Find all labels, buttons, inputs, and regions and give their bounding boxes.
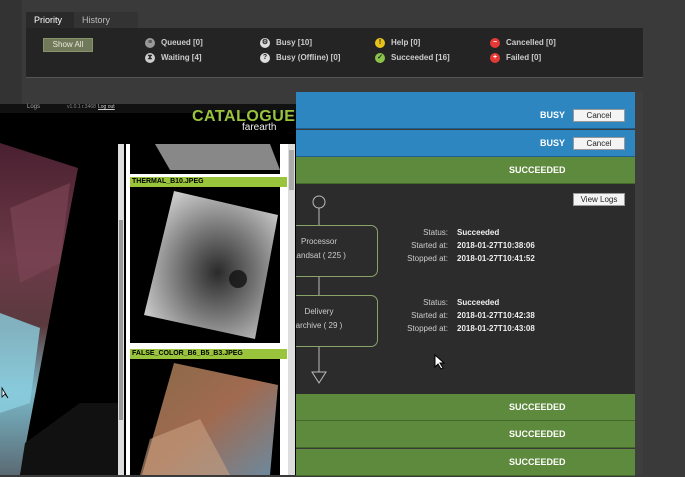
started-label: Started at: [411, 241, 448, 250]
job-status: SUCCEEDED [509, 165, 566, 175]
started-value: 2018-01-27T10:38:06 [457, 241, 535, 250]
cancelled-icon: − [490, 38, 500, 48]
status-label: Status: [423, 298, 448, 307]
cancel-button[interactable]: Cancel [573, 137, 625, 150]
cancel-button[interactable]: Cancel [573, 109, 625, 122]
job-row-succeeded[interactable]: SUCCEEDED [296, 421, 635, 448]
show-all-button[interactable]: Show All [43, 38, 93, 52]
view-logs-button[interactable]: View Logs [573, 193, 625, 206]
workflow-graph [311, 195, 327, 384]
tab-history[interactable]: History [74, 12, 138, 28]
stopped-label: Stopped at: [407, 324, 448, 333]
stopped-label: Stopped at: [407, 254, 448, 263]
left-gutter [0, 0, 22, 104]
queued-icon: ≡ [145, 38, 155, 48]
status-label: Status: [423, 228, 448, 237]
scene-scroll-thumb[interactable] [119, 220, 123, 420]
filter-failed[interactable]: + Failed [0] [490, 53, 541, 63]
image-thumbnail[interactable] [130, 144, 280, 174]
stopped-value: 2018-01-27T10:41:52 [457, 254, 535, 263]
job-row-succeeded-expanded[interactable]: SUCCEEDED [296, 157, 635, 184]
job-status: SUCCEEDED [509, 429, 566, 439]
job-status: SUCCEEDED [509, 402, 566, 412]
filter-waiting[interactable]: ⧗ Waiting [4] [145, 53, 202, 63]
version-label: v1.0.1 r.3468 [67, 104, 96, 110]
image-title-false-color[interactable]: FALSE_COLOR_B6_B5_B3.JPEG [130, 349, 287, 359]
image-thumbnail-thermal[interactable] [130, 187, 280, 343]
started-value: 2018-01-27T10:42:38 [457, 311, 535, 320]
busy-offline-icon: ? [260, 53, 270, 63]
job-status: BUSY [540, 110, 566, 120]
filter-queued[interactable]: ≡ Queued [0] [145, 38, 203, 48]
help-icon: ! [375, 38, 385, 48]
started-label: Started at: [411, 311, 448, 320]
job-row-busy[interactable]: BUSY Cancel [296, 102, 635, 129]
status-value: Succeeded [457, 228, 500, 237]
mouse-cursor-icon [434, 354, 446, 370]
scroll-gutter [635, 92, 643, 475]
filter-cancelled[interactable]: − Cancelled [0] [490, 38, 556, 48]
job-row-succeeded[interactable]: SUCCEEDED [296, 394, 635, 421]
job-detail-panel: View Logs Processor Landsat ( 225 ) Deli… [286, 184, 635, 394]
image-list-scroll-thumb[interactable] [289, 150, 294, 190]
image-list-scrollbar[interactable] [288, 144, 295, 475]
waiting-icon: ⧗ [145, 53, 155, 63]
job-row-busy[interactable]: BUSY Cancel [296, 130, 635, 157]
image-thumbnail-false-color[interactable] [130, 359, 280, 475]
filter-busy-offline[interactable]: ? Busy (Offline) [0] [260, 53, 340, 63]
failed-icon: + [490, 53, 500, 63]
stopped-value: 2018-01-27T10:43:08 [457, 324, 535, 333]
succeeded-icon: ✓ [375, 53, 385, 63]
job-status: SUCCEEDED [509, 457, 566, 467]
filter-busy[interactable]: ⚙ Busy [10] [260, 38, 312, 48]
image-title-thermal[interactable]: THERMAL_B10.JPEG [130, 177, 287, 187]
farearth-logo: farearth [242, 122, 277, 133]
logout-link[interactable]: Log out [98, 104, 115, 110]
pointer-cursor-icon [1, 386, 9, 399]
status-value: Succeeded [457, 298, 500, 307]
satellite-scene-image [0, 143, 118, 475]
filter-help[interactable]: ! Help [0] [375, 38, 420, 48]
busy-icon: ⚙ [260, 38, 270, 48]
job-status: BUSY [540, 138, 566, 148]
tab-logs[interactable]: Logs [27, 104, 40, 110]
job-row-succeeded[interactable]: SUCCEEDED [296, 449, 635, 476]
filter-succeeded[interactable]: ✓ Succeeded [16] [375, 53, 450, 63]
